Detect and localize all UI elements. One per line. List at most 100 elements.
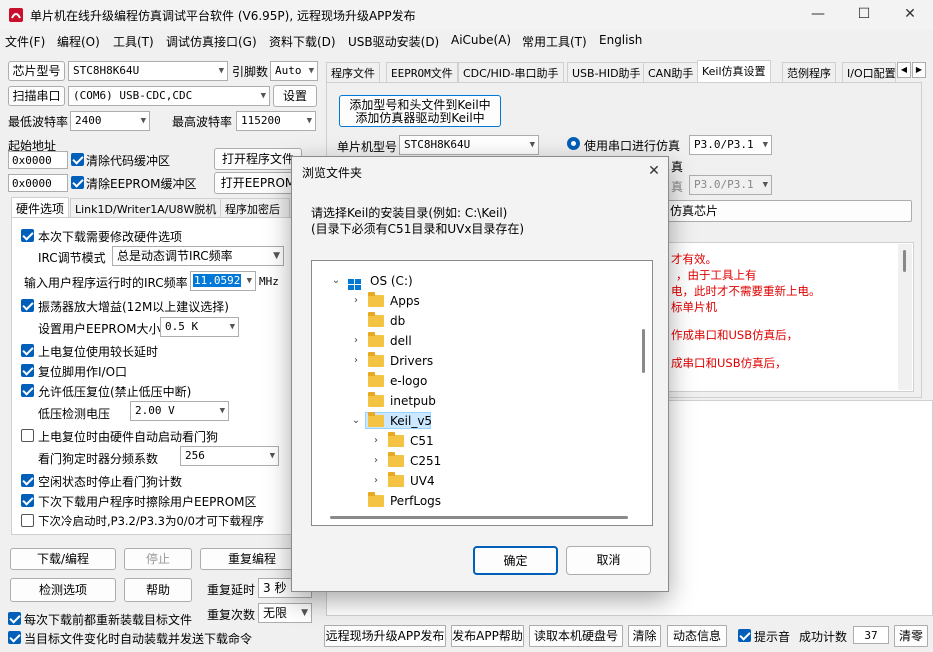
publish-help-button[interactable]: 发布APP帮助 [451,625,524,647]
eeprom-size-select[interactable]: 0.5 K ▼ [160,317,239,337]
port-select[interactable]: (COM6) USB-CDC,CDC ▼ [68,86,270,106]
tab-io-config[interactable]: I/O口配置 [842,62,896,82]
beep-checkbox[interactable] [738,629,751,642]
dialog-close-button[interactable]: ✕ [641,159,667,183]
open-program-button[interactable]: 打开程序文件 [214,148,302,170]
reset-io-label: 复位脚用作I/O口 [38,365,128,379]
chevron-right-icon[interactable]: › [370,431,382,451]
scan-port-button[interactable]: 扫描串口 [8,86,65,106]
remote-upgrade-button[interactable]: 远程现场升级APP发布 [324,625,446,647]
code-address-input[interactable]: 0x0000 [8,151,68,169]
read-hdd-button[interactable]: 读取本机硬盘号 [529,625,623,647]
open-eeprom-button[interactable]: 打开EEPROM文件 [214,172,302,194]
irc-mode-select[interactable]: 总是动态调节IRC频率 ▼ [112,246,284,266]
tab-examples[interactable]: 范例程序 [782,62,836,82]
chevron-down-icon: ▼ [140,116,146,126]
osc-gain-checkbox[interactable] [21,299,34,312]
low-volt-select[interactable]: 2.00 V ▼ [130,401,229,421]
menu-aicube[interactable]: AiCube(A) [451,33,511,47]
tab-hardware-options[interactable]: 硬件选项 [11,197,70,217]
tab-eeprom-file[interactable]: EEPROM文件 [386,62,458,82]
chevron-right-icon[interactable]: › [350,331,362,351]
menu-file[interactable]: 文件(F) [5,33,45,50]
download-button[interactable]: 下载/编程 [10,548,116,570]
settings-button[interactable]: 设置 [273,85,317,107]
low-volt-reset-checkbox[interactable] [21,384,34,397]
menu-download[interactable]: 资料下载(D) [269,33,336,50]
reset-count-button[interactable]: 清零 [894,625,928,647]
tree-hscroll-thumb[interactable] [330,516,628,519]
usb-pins-select[interactable]: P3.0/P3.1 ▼ [689,175,772,195]
chevron-down-icon[interactable]: ⌄ [330,271,342,291]
menu-debug[interactable]: 调试仿真接口(G) [166,33,257,50]
dynamic-info-button[interactable]: 动态信息 [667,625,727,647]
pin-count-select[interactable]: Auto ▼ [270,61,318,81]
low-volt-value: 2.00 V [135,404,175,417]
p32-p33-checkbox[interactable] [21,514,34,527]
max-baud-select[interactable]: 115200 ▼ [236,111,316,131]
irc-freq-value: 11.0592 [193,274,242,287]
menu-program[interactable]: 编程(O) [57,33,100,50]
tab-program-file[interactable]: 程序文件 [326,62,380,82]
info-scrollbar[interactable] [898,244,912,390]
wdt-div-select[interactable]: 256 ▼ [180,446,279,466]
add-keil-line2: 添加仿真器驱动到Keil中 [355,111,485,125]
folder-tree[interactable]: ⌄ OS (C:) › Apps db › dell › Drivers e-logo… [311,260,653,526]
maximize-button[interactable]: ☐ [841,0,887,30]
detect-options-button[interactable]: 检测选项 [10,578,116,602]
repeat-delay-label: 重复延时 [207,583,256,597]
watchdog-auto-checkbox[interactable] [21,429,34,442]
help-button[interactable]: 帮助 [124,578,192,602]
stop-button[interactable]: 停止 [124,548,192,570]
mcu-model-select[interactable]: STC8H8K64U ▼ [399,135,539,155]
chevron-down-icon: ▼ [306,116,312,126]
chip-model-select[interactable]: STC8H8K64U ▼ [68,61,228,81]
chevron-right-icon[interactable]: › [350,351,362,371]
tab-scroll-right-icon[interactable]: ▶ [912,62,926,78]
ok-button[interactable]: 确定 [473,546,558,575]
menu-usb-driver[interactable]: USB驱动安装(D) [348,33,439,50]
beep-label: 提示音 [754,630,791,644]
eeprom-address-input[interactable]: 0x0000 [8,174,68,192]
erase-eeprom-checkbox[interactable] [21,494,34,507]
dialog-desc-line1: 请选择Keil的安装目录(例如: C:\Keil) [311,206,508,220]
tab-link1d[interactable]: Link1D/Writer1A/U8W脱机 [70,198,222,217]
auto-send-checkbox[interactable] [8,631,21,644]
chevron-right-icon[interactable]: › [350,291,362,311]
menu-tools[interactable]: 工具(T) [113,33,154,50]
minimize-button[interactable]: — [795,0,841,30]
reset-io-checkbox[interactable] [21,364,34,377]
chevron-down-icon[interactable]: ⌄ [350,411,362,431]
tab-can[interactable]: CAN助手 [643,62,699,82]
serial-pins-select[interactable]: P3.0/P3.1 ▼ [689,135,772,155]
tab-keil-emulation[interactable]: Keil仿真设置 [697,60,771,82]
irc-freq-select[interactable]: 11.0592 ▼ [190,271,256,291]
success-count-value: 37 [853,626,889,644]
menu-common-tools[interactable]: 常用工具(T) [522,33,587,50]
tab-scroll-left-icon[interactable]: ◀ [897,62,911,78]
tree-vscroll-thumb[interactable] [642,329,645,373]
reprogram-button[interactable]: 重复编程 [200,548,304,570]
tab-cdc-serial[interactable]: CDC/HID-串口助手 [458,62,564,82]
clear-log-button[interactable]: 清除 [628,625,661,647]
menu-english[interactable]: English [599,33,642,47]
min-baud-select[interactable]: 2400 ▼ [70,111,150,131]
modify-hw-checkbox[interactable] [21,229,34,242]
info-scroll-thumb[interactable] [903,250,906,272]
idle-stop-wdt-checkbox[interactable] [21,474,34,487]
close-button[interactable]: ✕ [887,0,933,30]
power-delay-checkbox[interactable] [21,344,34,357]
chevron-right-icon[interactable]: › [370,451,382,471]
tab-encryption[interactable]: 程序加密后 [220,198,290,217]
usb-pins-value: P3.0/P3.1 [694,178,754,191]
reload-each-checkbox[interactable] [8,612,21,625]
serial-emul-radio[interactable] [567,137,580,150]
repeat-count-select[interactable]: 无限 ▼ [258,603,312,623]
clear-code-checkbox[interactable] [71,153,84,166]
tab-usb-hid[interactable]: USB-HID助手 [567,62,646,82]
clear-eeprom-checkbox[interactable] [71,176,84,189]
cancel-button[interactable]: 取消 [566,546,651,575]
folder-icon [368,352,384,367]
chevron-right-icon[interactable]: › [370,471,382,491]
add-to-keil-button[interactable]: 添加型号和头文件到Keil中 添加仿真器驱动到Keil中 [339,95,501,127]
